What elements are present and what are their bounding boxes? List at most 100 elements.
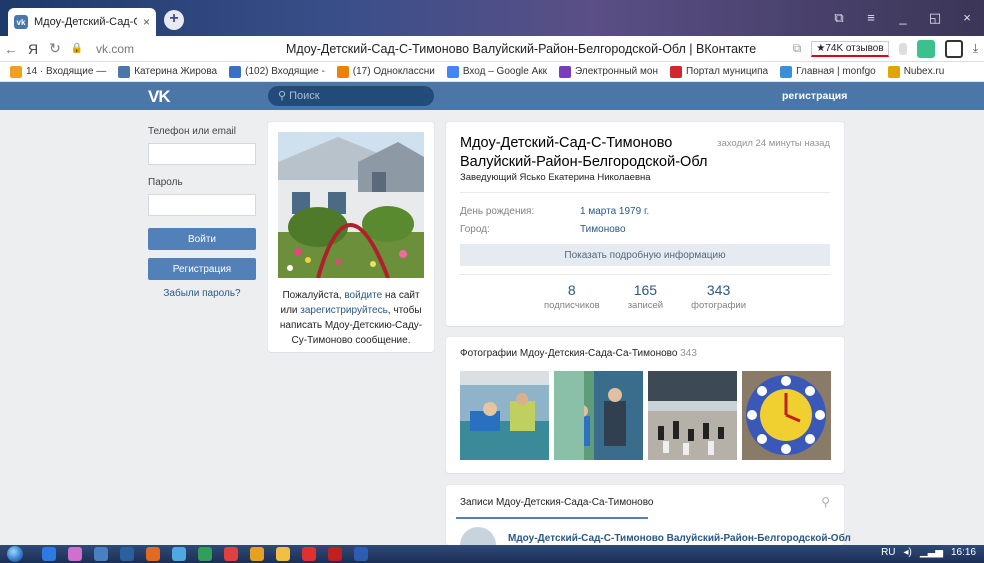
restore-icon[interactable]: ◱ (926, 10, 944, 26)
photos-header[interactable]: Фотографии Мдоу-Детския-Сада-Са-Тимоново… (460, 348, 697, 359)
photo-thumb[interactable] (554, 371, 643, 460)
bookmark-icon (229, 65, 242, 78)
app-icon[interactable] (120, 547, 134, 561)
yandex-icon[interactable]: Я (22, 41, 44, 57)
signup-link[interactable]: зарегистрируйтесь (300, 305, 388, 316)
counter-photos[interactable]: 343 фотографии (691, 282, 746, 311)
post-author-link[interactable]: Мдоу-Детский-Сад-С-Тимоново Валуйский-Ра… (508, 533, 851, 544)
password-field[interactable] (148, 194, 256, 216)
city-value[interactable]: Тимоново (580, 224, 626, 235)
search-placeholder: Поиск (289, 90, 320, 102)
pdf-icon[interactable] (328, 547, 342, 561)
new-tab-button[interactable]: + (164, 10, 184, 30)
system-tray: RU ◂) ▁▃▅ 16:16 (881, 547, 976, 558)
share-icon[interactable]: ⧉ (793, 41, 802, 56)
start-button[interactable] (0, 545, 30, 563)
counter-posts[interactable]: 165 записей (628, 282, 663, 311)
volume-icon[interactable]: ◂) (904, 547, 912, 558)
bookmark-icon (446, 65, 459, 78)
ie-icon[interactable] (42, 547, 56, 561)
counter-label: подписчиков (543, 300, 600, 311)
bookmark-item[interactable]: Nubex.ru (887, 65, 944, 78)
language-indicator[interactable]: RU (881, 547, 895, 558)
bookmark-icon (10, 65, 22, 78)
profile-photo[interactable] (278, 132, 424, 278)
profile-name-line2: Валуйский-Район-Белгородской-Обл (460, 154, 708, 170)
bookmark-item[interactable]: Катерина Жирова (118, 65, 218, 78)
extension-icon[interactable] (944, 39, 963, 58)
bookmark-item[interactable]: 14 · Входящие — (10, 65, 106, 78)
browser-tab[interactable]: vk Мдоу-Детский-Сад-С-Т × (8, 8, 156, 36)
bookmark-item[interactable]: Главная | monfgo (780, 65, 876, 78)
network-icon[interactable]: ▁▃▅ (920, 547, 943, 558)
app-icon[interactable] (94, 547, 108, 561)
app-icon[interactable] (302, 547, 316, 561)
back-arrow-icon[interactable]: ← (0, 41, 22, 57)
tab-title: Мдоу-Детский-Сад-С-Т (34, 16, 137, 28)
app-icon[interactable] (224, 547, 238, 561)
bookmark-icon (780, 65, 793, 78)
last-seen: заходил 24 минуты назад (717, 138, 830, 149)
photo-thumb[interactable] (648, 371, 737, 460)
login-button[interactable]: Войти (148, 228, 256, 250)
wall-tab[interactable]: Записи Мдоу-Детския-Сада-Са-Тимоново (460, 497, 653, 508)
alice-icon[interactable] (916, 39, 935, 58)
login-link[interactable]: войдите (344, 290, 382, 301)
birthday-row: День рождения: 1 марта 1979 г. (460, 206, 649, 217)
browser-window-icon[interactable]: ⧉ (830, 10, 848, 26)
app-icon[interactable] (68, 547, 82, 561)
yandex-browser-icon[interactable] (250, 547, 264, 561)
clock[interactable]: 16:16 (951, 547, 976, 558)
app-icon[interactable] (146, 547, 160, 561)
wall-search-icon[interactable]: ⚲ (821, 495, 830, 509)
browser-menu-icon[interactable]: ≡ (862, 10, 880, 26)
url-field[interactable]: vk.com (96, 42, 134, 56)
app-icon[interactable] (198, 547, 212, 561)
minimize-icon[interactable]: _ (894, 10, 912, 26)
bookmark-item[interactable]: (102) Входящие - (229, 65, 325, 78)
show-more-button[interactable]: Показать подробную информацию (460, 244, 830, 266)
browser-tab-bar: vk Мдоу-Детский-Сад-С-Т × + ⧉ ≡ _ ◱ × (0, 0, 984, 36)
photos-title: Фотографии Мдоу-Детския-Сада-Са-Тимоново (460, 348, 678, 359)
phone-field[interactable] (148, 143, 256, 165)
reload-icon[interactable]: ↻ (44, 40, 66, 57)
rating-badge[interactable]: ★74K отзывов (811, 40, 889, 57)
bookmark-item[interactable]: Электронный мон (559, 65, 658, 78)
close-window-icon[interactable]: × (958, 10, 976, 26)
bookmark-label: Катерина Жирова (134, 66, 218, 77)
counter-label: фотографии (691, 300, 747, 311)
counter-number: 8 (567, 282, 576, 298)
tab-close-icon[interactable]: × (143, 15, 150, 29)
download-icon[interactable]: ⤓ (973, 41, 978, 56)
folder-icon[interactable] (276, 547, 290, 561)
bookmark-icon (670, 65, 682, 78)
app-icon[interactable] (172, 547, 186, 561)
profile-counters: 8 подписчиков 165 записей 343 фотографии (446, 282, 844, 311)
photo-thumb[interactable] (460, 371, 549, 460)
bookmark-item[interactable]: Портал муниципа (670, 65, 769, 78)
register-button[interactable]: Регистрация (148, 258, 256, 280)
vk-logo-icon[interactable]: VK (148, 87, 171, 107)
window-controls: ⧉ ≡ _ ◱ × (830, 10, 984, 26)
bookmark-item[interactable]: (17) Одноклассни (336, 65, 435, 78)
word-icon[interactable] (354, 547, 368, 561)
photo-thumb[interactable] (742, 371, 831, 460)
tab-underline (456, 517, 648, 519)
bookmark-icon[interactable] (898, 42, 907, 55)
bookmark-label: Портал муниципа (686, 66, 769, 77)
bookmark-label: Вход – Google Акк (462, 66, 547, 77)
search-input[interactable]: ⚲ Поиск (268, 86, 434, 106)
login-form: Телефон или email Пароль Войти Регистрац… (148, 126, 256, 299)
bookmark-icon (559, 65, 571, 78)
register-link[interactable]: регистрация (782, 90, 847, 102)
bookmark-item[interactable]: Вход – Google Акк (446, 65, 547, 78)
phone-label: Телефон или email (148, 126, 236, 137)
divider (460, 192, 830, 193)
counter-followers[interactable]: 8 подписчиков (544, 282, 600, 311)
forgot-password-link[interactable]: Забыли пароль? (148, 288, 256, 299)
windows-start-icon (7, 546, 23, 562)
city-label: Город: (460, 224, 490, 235)
bookmark-label: (102) Входящие - (245, 66, 325, 77)
birthday-value[interactable]: 1 марта 1979 г. (580, 206, 649, 217)
profile-status: Заведующий Ясько Екатерина Николаевна (460, 172, 651, 183)
